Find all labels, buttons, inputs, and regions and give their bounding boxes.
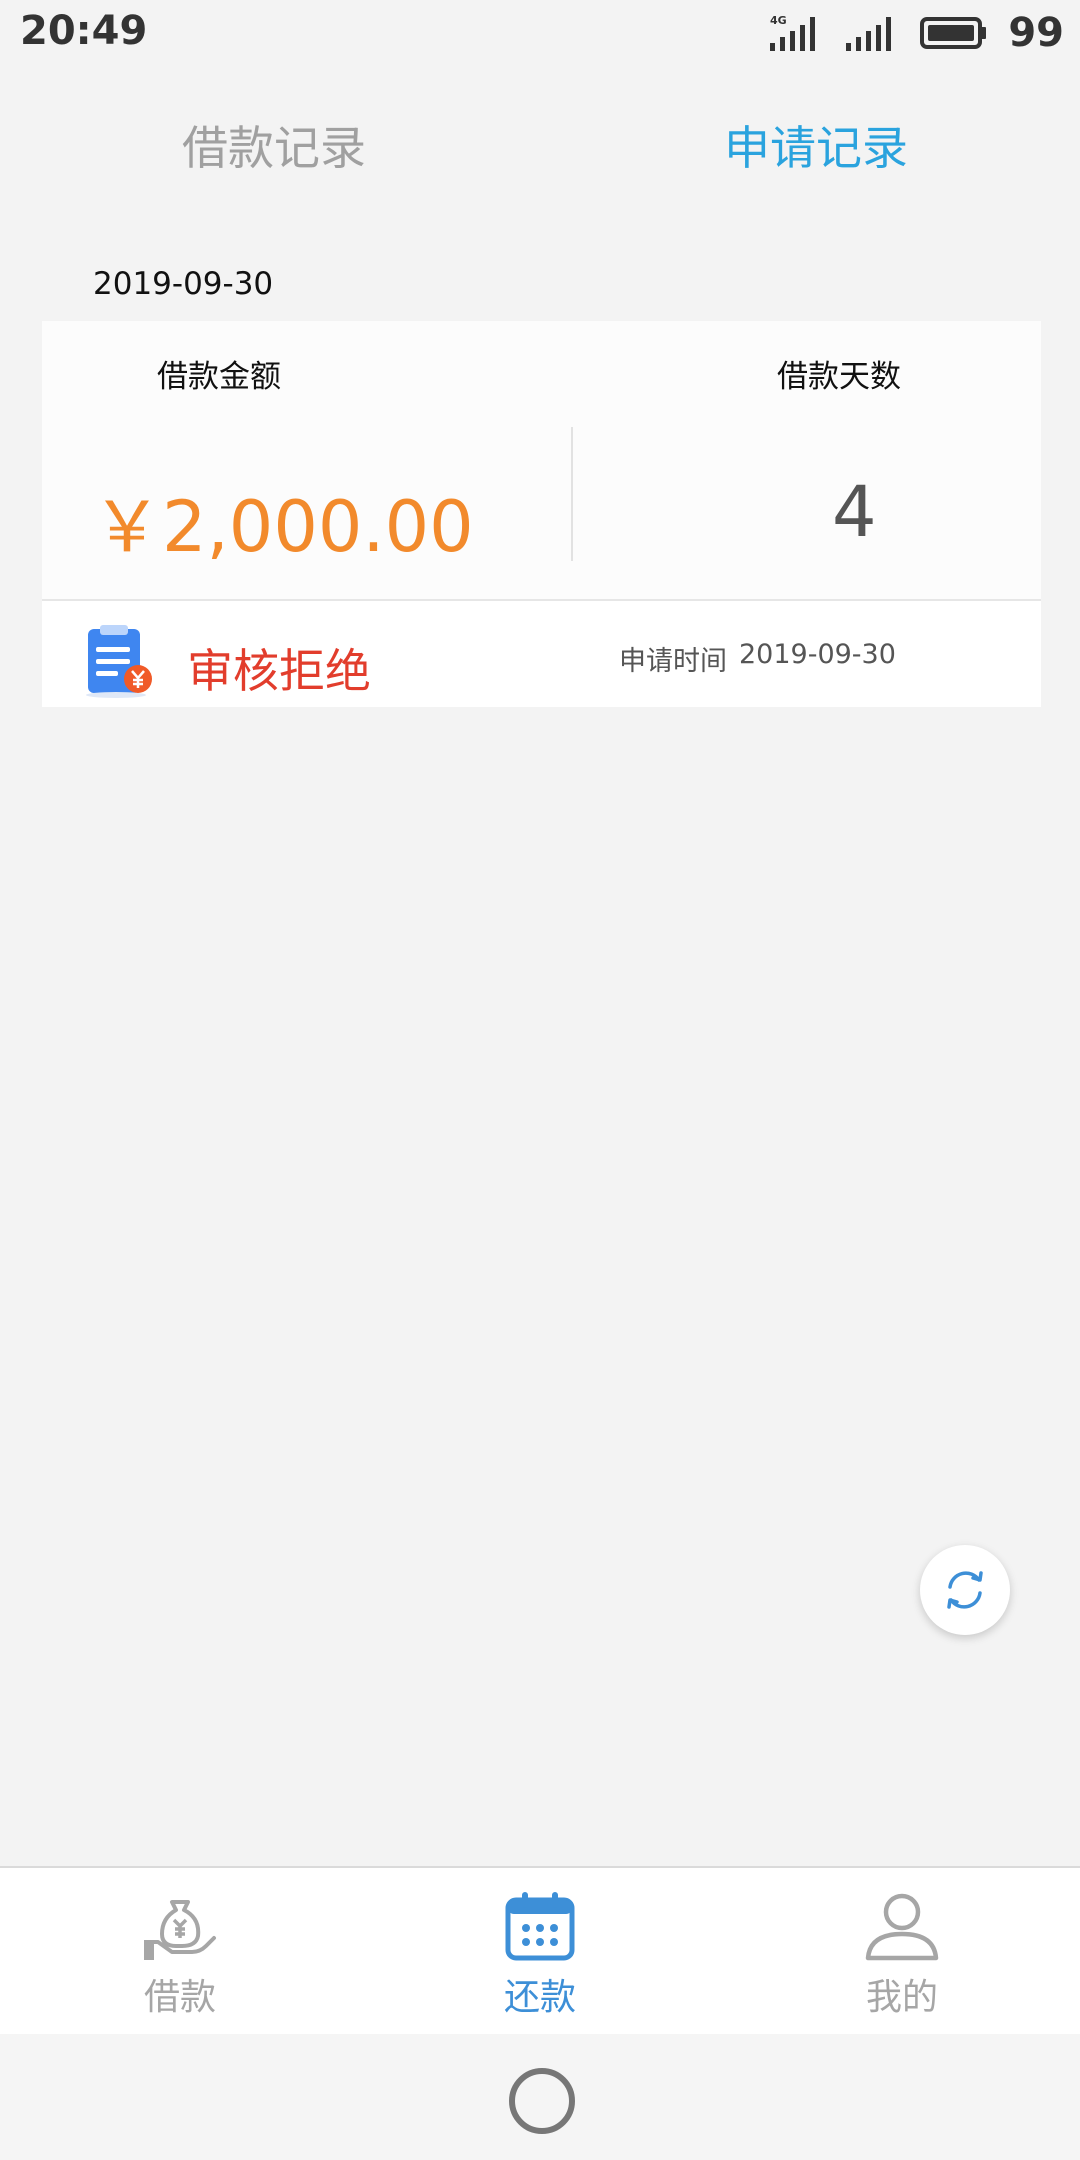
card-status-row: 审核拒绝 申请时间 2019-09-30 — [42, 601, 1041, 707]
loan-days: 4 — [832, 471, 877, 553]
status-bar: 20:49 4G 99 — [0, 0, 1080, 66]
home-button[interactable] — [509, 2068, 575, 2134]
nav-label-repay: 还款 — [503, 1977, 576, 2018]
nav-item-repay[interactable]: 还款 — [440, 1868, 640, 2035]
signal-icon — [846, 17, 892, 51]
record-tabs: 借款记录 申请记录 — [0, 100, 1080, 190]
calendar-icon — [505, 1892, 575, 1961]
nav-item-mine[interactable]: 我的 — [802, 1868, 1002, 2035]
record-date: 2019-09-30 — [93, 266, 274, 302]
amount-label: 借款金额 — [157, 359, 281, 395]
review-status: 审核拒绝 — [187, 644, 371, 698]
card-summary: 借款金额 借款天数 ￥2,000.00 4 — [42, 321, 1041, 601]
nav-item-borrow[interactable]: 借款 — [80, 1868, 280, 2035]
days-label: 借款天数 — [777, 359, 901, 395]
money-bag-hand-icon — [144, 1900, 216, 1960]
tab-loan-records[interactable]: 借款记录 — [182, 112, 366, 178]
battery-level: 99 — [1008, 10, 1064, 56]
application-record-card[interactable]: 借款金额 借款天数 ￥2,000.00 4 审核拒绝 申请时间 2019-09-… — [42, 321, 1041, 707]
battery-icon — [920, 17, 987, 49]
nav-label-mine: 我的 — [865, 1977, 938, 2018]
document-yuan-icon — [86, 625, 152, 698]
refresh-icon — [947, 1571, 983, 1609]
apply-time-value: 2019-09-30 — [739, 639, 896, 670]
tab-application-records[interactable]: 申请记录 — [724, 112, 908, 178]
status-time: 20:49 — [20, 8, 148, 54]
loan-amount: ￥2,000.00 — [92, 486, 474, 568]
signal-4g-icon: 4G — [770, 14, 816, 51]
refresh-button[interactable] — [920, 1545, 1010, 1635]
user-icon — [865, 1893, 939, 1961]
status-indicators: 4G 99 — [768, 10, 1064, 56]
system-nav-bar — [0, 2034, 1080, 2160]
nav-label-borrow: 借款 — [143, 1977, 216, 2018]
bottom-nav: 借款 还款 我的 — [0, 1866, 1080, 2035]
column-divider — [571, 427, 573, 561]
network-type: 4G — [770, 14, 787, 27]
apply-time-label: 申请时间 — [619, 646, 727, 677]
